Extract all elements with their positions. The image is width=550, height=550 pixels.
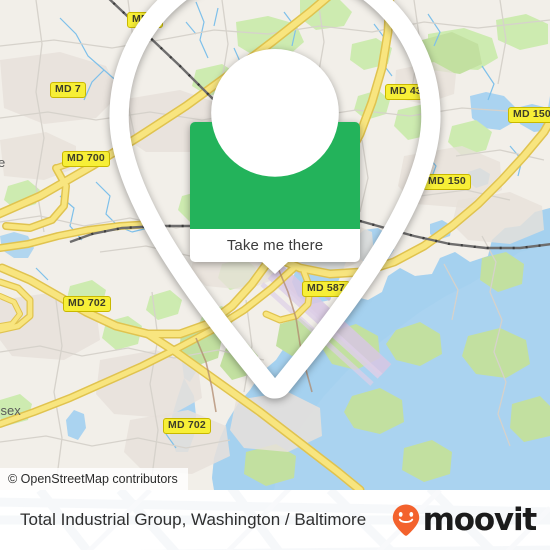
take-me-there-label: Take me there (226, 237, 324, 254)
footer-bar: Total Industrial Group, Washington / Bal… (0, 490, 550, 550)
moovit-logo[interactable]: moovit (391, 501, 538, 538)
popup-header (109, 0, 441, 398)
location-popup-card[interactable]: Take me there (109, 0, 441, 398)
moovit-smiley-pin-icon (391, 503, 421, 537)
map-canvas[interactable]: MD 7 MD 7 MD 700 MD 43 MD 150 MD 150 MD … (0, 0, 550, 490)
popup-action-bar[interactable]: Take me there (190, 229, 360, 274)
map-pin-icon (0, 0, 550, 421)
page-title: Total Industrial Group, Washington / Bal… (20, 510, 367, 529)
attribution-text: © OpenStreetMap contributors (8, 472, 178, 486)
popup-tail (262, 262, 288, 274)
moovit-wordmark: moovit (422, 501, 538, 538)
map-screenshot: MD 7 MD 7 MD 700 MD 43 MD 150 MD 150 MD … (0, 0, 550, 550)
map-attribution[interactable]: © OpenStreetMap contributors (0, 468, 188, 490)
